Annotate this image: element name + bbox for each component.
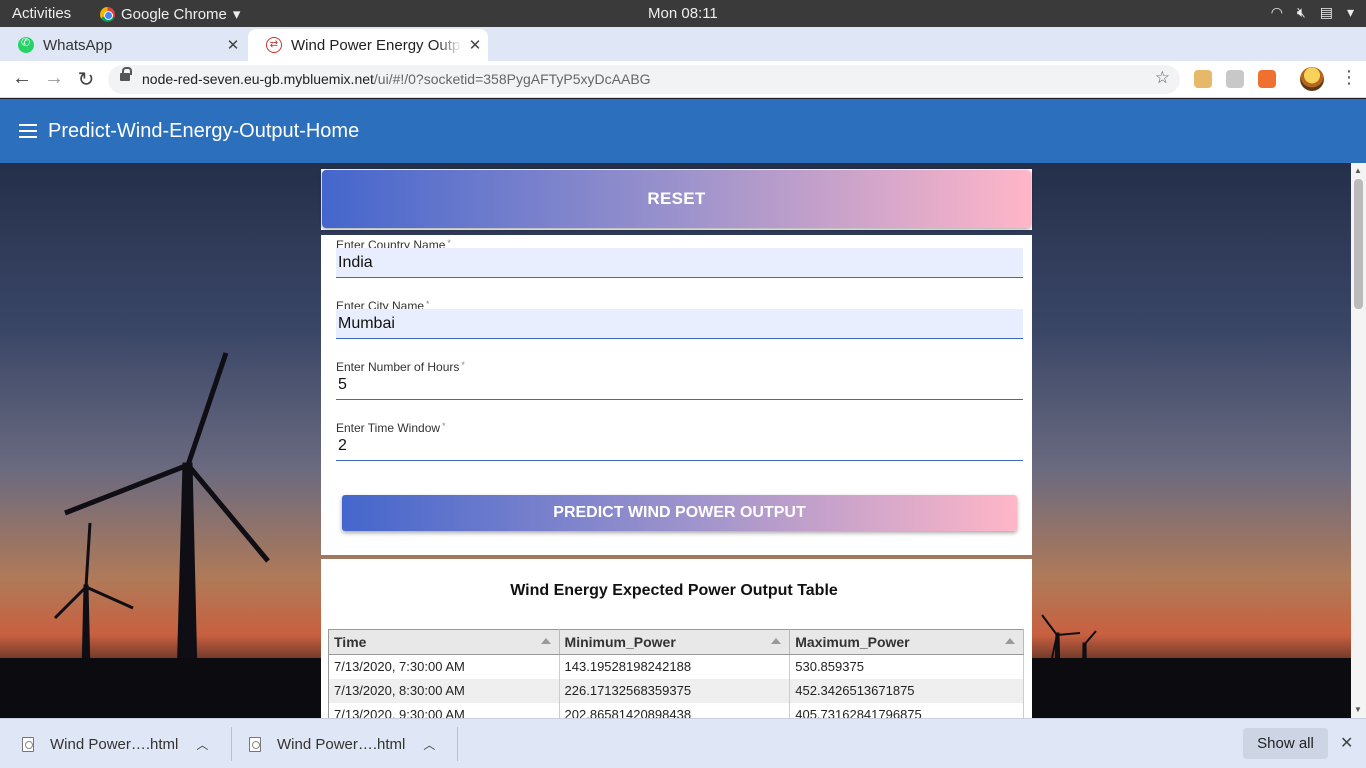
table-header-row: Time Minimum_Power Maximum_Power	[328, 629, 1024, 655]
time-cell: 7/13/2020, 7:30:00 AM	[328, 654, 560, 679]
extension-owl-icon[interactable]	[1194, 70, 1212, 88]
reload-icon[interactable]: ↻	[74, 67, 98, 92]
lock-icon	[120, 67, 132, 82]
predict-button[interactable]: PREDICT WIND POWER OUTPUT	[342, 495, 1017, 531]
tab-whatsapp[interactable]: WhatsApp ✕	[0, 29, 246, 61]
table-row[interactable]: 7/13/2020, 9:30:00 AM 202.86581420898438…	[328, 702, 1024, 719]
minimum-power-cell: 143.19528198242188	[559, 654, 791, 679]
minimum-power-cell: 226.17132568359375	[559, 678, 791, 703]
wifi-icon: ◠	[1270, 4, 1283, 20]
download-filename: Wind Power….html	[50, 735, 179, 753]
caret-down-icon: ▾	[232, 6, 241, 23]
more-menu-icon[interactable]: ⋮	[1340, 67, 1358, 88]
sort-icon	[540, 638, 551, 644]
download-item[interactable]: Wind Power….html ︿	[22, 719, 208, 768]
divider	[231, 727, 232, 761]
html-file-icon	[249, 736, 261, 752]
minimum-power-cell: 202.86581420898438	[559, 702, 791, 719]
power-output-table: Time Minimum_Power Maximum_Power 7/13/20…	[328, 629, 1024, 719]
page-title: Predict-Wind-Energy-Output-Home	[48, 120, 360, 142]
app-header: Predict-Wind-Energy-Output-Home	[0, 99, 1366, 163]
maximum-power-cell: 530.859375	[789, 654, 1024, 679]
bookmark-star-icon[interactable]: ☆	[1155, 68, 1170, 88]
time-window-field: Enter Time Window * 2	[336, 418, 1023, 468]
maximum-power-cell: 452.3426513671875	[789, 678, 1024, 703]
table-title: Wind Energy Expected Power Output Table	[510, 582, 838, 599]
extension-orange-icon[interactable]	[1258, 70, 1276, 88]
scrollbar-thumb[interactable]	[1354, 179, 1363, 309]
close-tab-icon[interactable]: ✕	[220, 36, 246, 54]
browser-toolbar: ← → ↻ node-red-seven.eu-gb.mybluemix.net…	[0, 61, 1366, 98]
node-red-icon: ⇄	[266, 37, 282, 53]
column-header-maximum-power[interactable]: Maximum_Power	[789, 629, 1024, 655]
tab-title: Wind Power Energy Output	[291, 36, 462, 54]
column-header-label: Minimum_Power	[564, 634, 676, 650]
column-header-time[interactable]: Time	[328, 629, 560, 655]
address-bar[interactable]: node-red-seven.eu-gb.mybluemix.net/ui/#!…	[108, 65, 1180, 94]
time-window-input[interactable]: 2	[336, 431, 1023, 461]
hours-input[interactable]: 5	[336, 370, 1023, 400]
download-shelf: Wind Power….html ︿ Wind Power….html ︿ Sh…	[0, 718, 1366, 768]
city-field: Enter City Name * Mumbai	[336, 296, 1023, 346]
required-marker: *	[447, 238, 451, 248]
required-marker: *	[461, 360, 465, 370]
whatsapp-icon	[18, 36, 34, 53]
url-path: /ui/#!/0?socketid=358PygAFTyP5xyDcAABG	[373, 71, 651, 87]
column-header-label: Maximum_Power	[795, 634, 910, 650]
tab-strip: WhatsApp ✕ ⇄ Wind Power Energy Output ✕ …	[0, 27, 1366, 84]
html-file-icon	[22, 736, 34, 752]
divider	[457, 727, 458, 761]
time-cell: 7/13/2020, 9:30:00 AM	[328, 702, 560, 719]
table-row[interactable]: 7/13/2020, 8:30:00 AM 226.17132568359375…	[328, 678, 1024, 703]
chrome-icon	[100, 6, 115, 22]
time-cell: 7/13/2020, 8:30:00 AM	[328, 678, 560, 703]
system-tray[interactable]: ◠ 🔇︎ ▤ ▾	[1271, 4, 1354, 21]
chevron-up-icon[interactable]: ︿	[423, 736, 435, 753]
chevron-up-icon[interactable]: ︿	[196, 736, 208, 753]
hamburger-menu-icon[interactable]	[19, 124, 37, 138]
hours-field: Enter Number of Hours * 5	[336, 357, 1023, 407]
show-all-downloads-button[interactable]: Show all	[1243, 728, 1328, 759]
column-header-minimum-power[interactable]: Minimum_Power	[559, 629, 791, 655]
city-input[interactable]: Mumbai	[336, 309, 1023, 339]
required-marker: *	[426, 299, 430, 309]
power-menu-icon: ▾	[1346, 4, 1354, 20]
required-marker: *	[442, 421, 446, 431]
page-scrollbar[interactable]: ▲ ▼	[1351, 163, 1366, 718]
forward-arrow-icon[interactable]: →	[42, 67, 66, 90]
close-shelf-icon[interactable]: ✕	[1340, 733, 1353, 753]
volume-muted-icon: 🔇︎	[1296, 4, 1306, 20]
input-form: Enter Country Name * India Enter City Nam…	[321, 235, 1032, 555]
tab-title: WhatsApp	[43, 36, 113, 54]
country-input[interactable]: India	[336, 248, 1023, 278]
country-field: Enter Country Name * India	[336, 235, 1023, 285]
scroll-down-icon[interactable]: ▼	[1354, 705, 1362, 714]
download-filename: Wind Power….html	[277, 735, 406, 753]
url-host: node-red-seven.eu-gb.mybluemix.net	[142, 71, 374, 87]
output-table-card: Wind Energy Expected Power Output Table …	[321, 559, 1032, 719]
table-row[interactable]: 7/13/2020, 7:30:00 AM 143.19528198242188…	[328, 654, 1024, 679]
column-header-label: Time	[334, 634, 367, 650]
close-tab-icon[interactable]: ✕	[462, 36, 488, 54]
maximum-power-cell: 405.73162841796875	[789, 702, 1024, 719]
extension-grey-icon[interactable]	[1226, 70, 1244, 88]
clock[interactable]: Mon 08:11	[648, 5, 718, 22]
system-top-bar: Activities Google Chrome ▾ Mon 08:11 ◠ 🔇…	[0, 0, 1366, 27]
clipboard-icon: ▤	[1319, 4, 1333, 20]
reset-card: RESET	[321, 169, 1032, 230]
sort-icon	[771, 638, 782, 644]
profile-avatar[interactable]	[1300, 67, 1324, 91]
url-text: node-red-seven.eu-gb.mybluemix.net/ui/#!…	[142, 71, 651, 87]
app-menu-label: Google Chrome	[121, 5, 227, 23]
reset-button[interactable]: RESET	[322, 170, 1031, 228]
back-arrow-icon[interactable]: ←	[10, 67, 34, 90]
scroll-up-icon[interactable]: ▲	[1354, 166, 1362, 175]
sort-icon	[1005, 638, 1015, 644]
download-item[interactable]: Wind Power….html ︿	[249, 719, 435, 768]
tab-wind-power[interactable]: ⇄ Wind Power Energy Output ✕	[248, 29, 488, 61]
activities-button[interactable]: Activities	[12, 5, 71, 22]
app-menu[interactable]: Google Chrome ▾	[100, 5, 240, 23]
